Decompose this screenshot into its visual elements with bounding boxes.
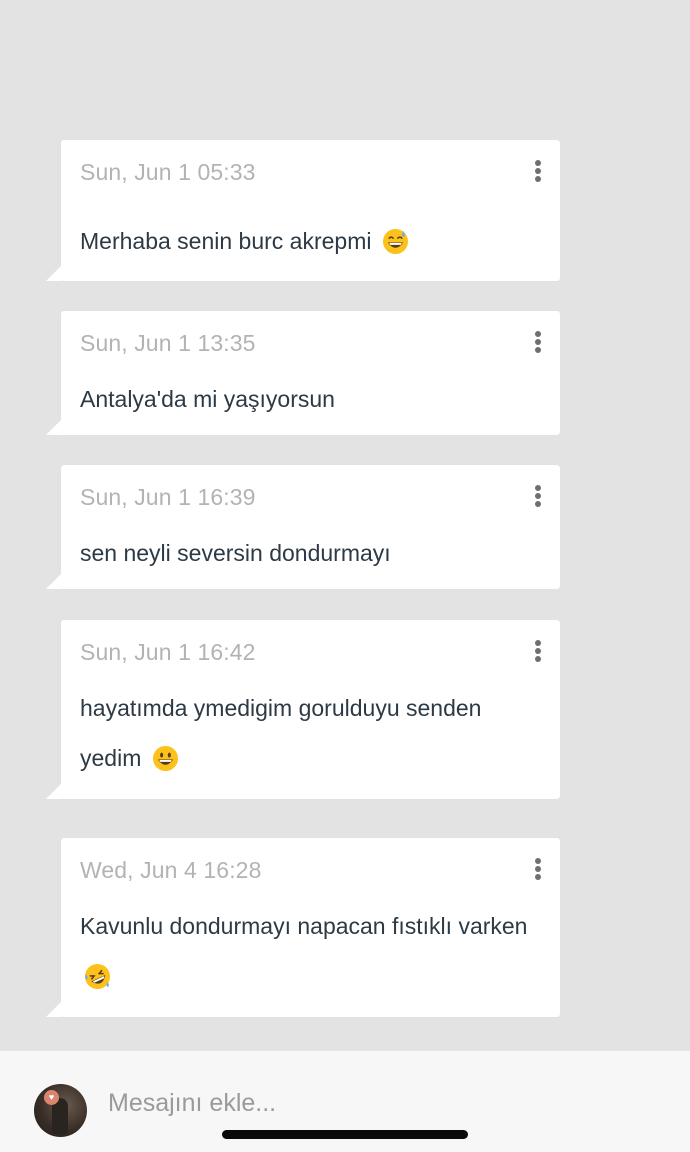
message-text: hayatımda ymedigim gorulduyu senden yedi… <box>80 695 482 772</box>
message-timestamp: Sun, Jun 1 05:33 <box>80 159 256 185</box>
more-vertical-icon <box>535 485 541 491</box>
message-timestamp: Sun, Jun 1 13:35 <box>80 330 256 356</box>
message-bubble: Sun, Jun 1 13:35 Antalya'da mi yaşıyorsu… <box>46 311 560 435</box>
grinning-face-emoji <box>152 745 178 772</box>
message-menu-button[interactable] <box>528 327 548 357</box>
message-menu-button[interactable] <box>528 481 548 511</box>
message-text: Kavunlu dondurmayı napacan fıstıklı vark… <box>80 901 530 1001</box>
more-vertical-icon <box>535 640 541 646</box>
more-vertical-icon <box>535 160 541 166</box>
message-bubble: Sun, Jun 1 16:42 hayatımda ymedigim goru… <box>46 620 560 799</box>
avatar[interactable]: ♥ <box>34 1084 87 1137</box>
bubble-tail <box>46 1001 62 1017</box>
more-vertical-icon <box>535 331 541 337</box>
message-bubble: Sun, Jun 1 05:33 Merhaba senin burc akre… <box>46 140 560 281</box>
message-text: Antalya'da mi yaşıyorsun <box>80 386 335 412</box>
bubble-tail <box>46 783 62 799</box>
message-bubble: Sun, Jun 1 16:39 sen neyli seversin dond… <box>46 465 560 589</box>
heart-icon: ♥ <box>44 1090 59 1105</box>
message-menu-button[interactable] <box>528 854 548 884</box>
bubble-tail <box>46 573 62 589</box>
bubble-tail <box>46 265 62 281</box>
more-vertical-icon <box>535 858 541 864</box>
message-input[interactable] <box>108 1081 648 1125</box>
message-text: sen neyli seversin dondurmayı <box>80 540 391 566</box>
message-timestamp: Wed, Jun 4 16:28 <box>80 857 262 883</box>
home-indicator[interactable] <box>222 1130 468 1139</box>
message-menu-button[interactable] <box>528 636 548 666</box>
message-timestamp: Sun, Jun 1 16:39 <box>80 484 256 510</box>
bubble-tail <box>46 419 62 435</box>
message-text: Merhaba senin burc akrepmi <box>80 226 530 256</box>
message-bubble: Wed, Jun 4 16:28 Kavunlu dondurmayı napa… <box>46 838 560 1017</box>
rolling-laughing-emoji <box>84 963 111 990</box>
grinning-sweat-emoji <box>382 228 408 255</box>
message-timestamp: Sun, Jun 1 16:42 <box>80 639 256 665</box>
message-menu-button[interactable] <box>528 156 548 186</box>
message-list: Sun, Jun 1 05:33 Merhaba senin burc akre… <box>0 0 690 1050</box>
